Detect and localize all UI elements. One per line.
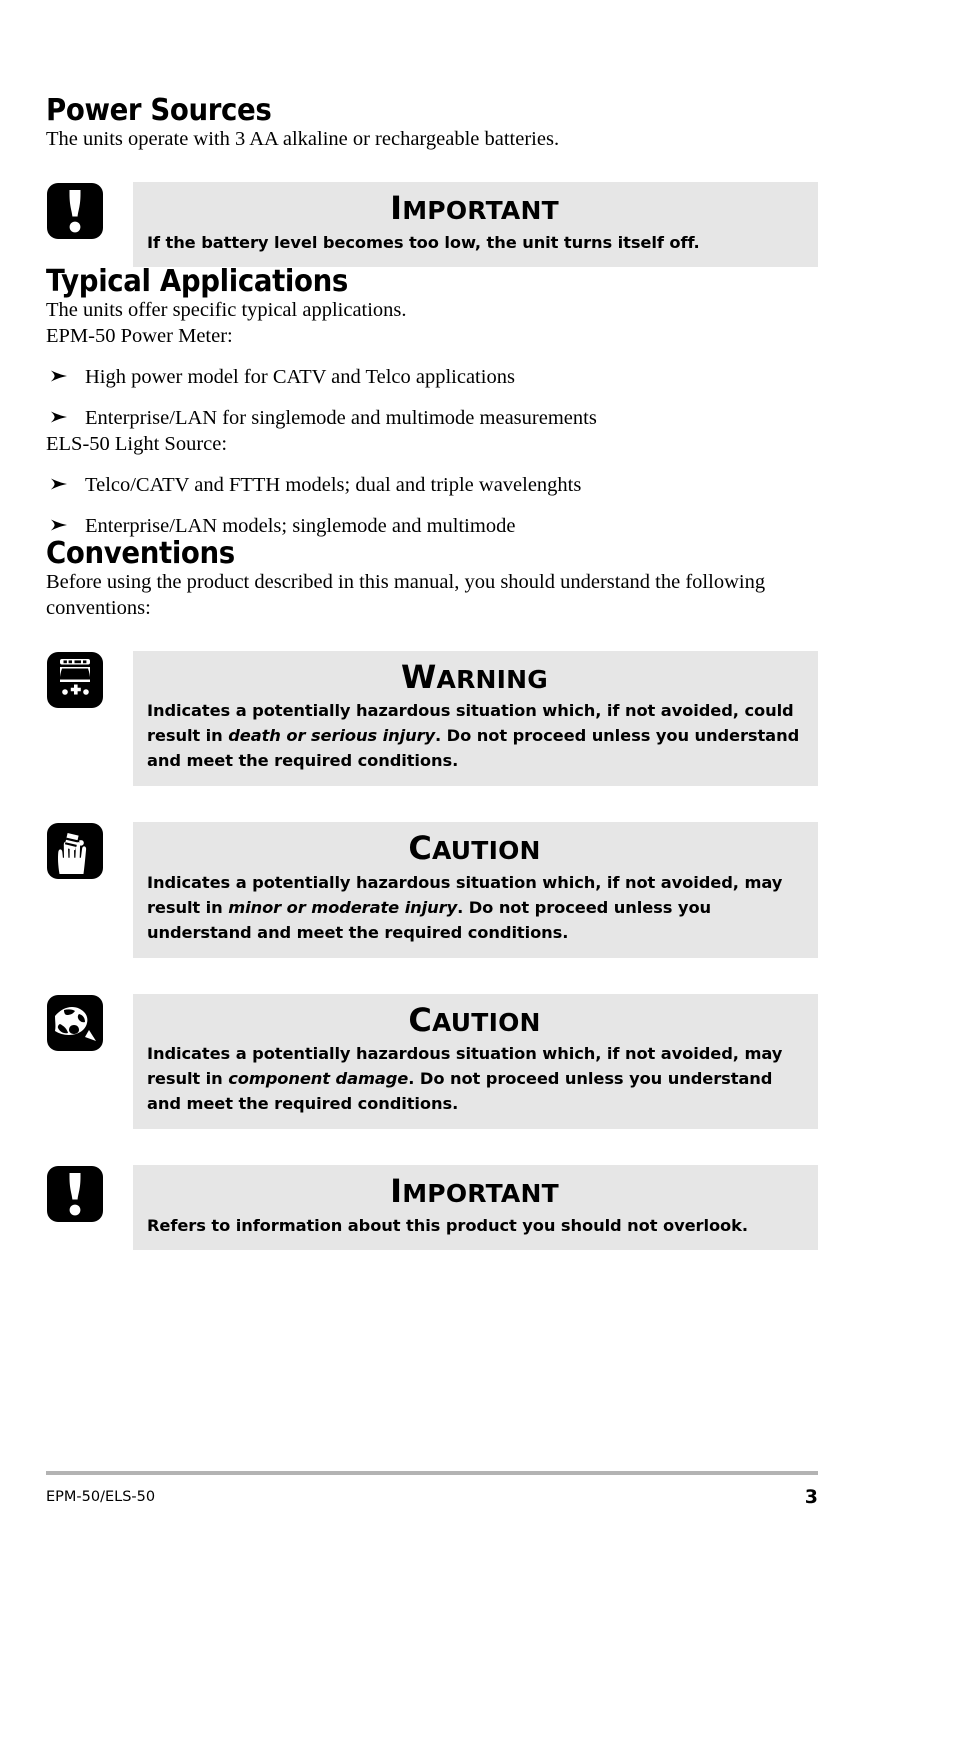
- paragraph-power-sources-intro: The units operate with 3 AA alkaline or …: [46, 128, 560, 150]
- alert-important-battery: IMPORTANT If the battery level becomes t…: [46, 182, 818, 267]
- footer-product-label: EPM-50/ELS-50: [46, 1489, 156, 1505]
- alert-title-first-letter: C: [408, 1000, 433, 1039]
- alert-title-first-letter: W: [401, 657, 437, 696]
- list-item-label: Telco/CATV and FTTH models; dual and tri…: [85, 473, 582, 496]
- alert-text: Indicates a potentially hazardous situat…: [147, 870, 802, 945]
- alert-body: CAUTION Indicates a potentially hazardou…: [133, 822, 818, 958]
- ambulance-icon: [46, 651, 104, 709]
- alert-text: If the battery level becomes too low, th…: [147, 232, 700, 252]
- label-epm-50-power-meter: EPM-50 Power Meter:: [46, 324, 233, 347]
- arrow-bullet-icon: [48, 473, 70, 495]
- arrow-bullet-icon: [48, 514, 70, 536]
- alert-text-emphasis: death or serious injury: [228, 726, 436, 746]
- alert-title-rest: AUTION: [432, 1007, 541, 1037]
- alert-title-first-letter: C: [408, 829, 433, 868]
- alert-body: CAUTION Indicates a potentially hazardou…: [133, 993, 818, 1130]
- alert-caution-component-damage: CAUTION Indicates a potentially hazardou…: [46, 993, 818, 1130]
- list-item-label: High power model for CATV and Telco appl…: [85, 365, 515, 388]
- document-page: Power Sources The units operate with 3 A…: [0, 0, 954, 1738]
- paragraph-conventions-intro: Before using the product described in th…: [46, 570, 766, 619]
- list-item: Telco/CATV and FTTH models; dual and tri…: [46, 472, 818, 498]
- footer-divider: [46, 1471, 818, 1475]
- important-exclamation-icon: [46, 1165, 104, 1223]
- arrow-bullet-icon: [48, 365, 70, 387]
- alert-caution-injury: CAUTION Indicates a potentially hazardou…: [46, 822, 818, 958]
- alert-text-emphasis: minor or moderate injury: [228, 897, 458, 917]
- alert-text: Indicates a potentially hazardous situat…: [147, 1041, 802, 1116]
- alert-title-rest: ARNING: [436, 664, 548, 694]
- label-els-50-light-source: ELS-50 Light Source:: [46, 432, 228, 455]
- alert-title: IMPORTANT: [147, 1175, 802, 1209]
- list-item-label: Enterprise/LAN models; singlemode and mu…: [85, 514, 516, 537]
- alert-text: Indicates a potentially hazardous situat…: [147, 698, 802, 773]
- alert-title: CAUTION: [147, 829, 802, 868]
- alert-title-first-letter: I: [390, 189, 403, 227]
- alert-title-first-letter: I: [390, 1172, 403, 1211]
- alert-title-rest: MPORTANT: [402, 196, 559, 225]
- alert-important-overlook: IMPORTANT Refers to information about th…: [46, 1165, 818, 1250]
- heading-conventions: Conventions: [46, 535, 235, 571]
- alert-title-rest: MPORTANT: [402, 1179, 559, 1209]
- footer: EPM-50/ELS-50 3: [46, 1486, 818, 1519]
- alert-body: IMPORTANT Refers to information about th…: [133, 1165, 818, 1250]
- alert-text-emphasis: component damage: [228, 1069, 409, 1089]
- alert-body: WARNING Indicates a potentially hazardou…: [133, 650, 818, 787]
- paragraph-typical-applications-intro: The units offer specific typical applica…: [46, 298, 407, 321]
- heading-power-sources: Power Sources: [46, 93, 272, 128]
- arrow-bullet-icon: [48, 406, 70, 428]
- alert-warning: WARNING Indicates a potentially hazardou…: [46, 650, 818, 787]
- list-item: Enterprise/LAN for singlemode and multim…: [46, 405, 818, 431]
- heading-typical-applications: Typical Applications: [46, 263, 348, 299]
- alert-title: IMPORTANT: [147, 189, 802, 227]
- bandaged-hand-icon: [46, 822, 104, 880]
- alert-text: Refers to information about this product…: [147, 1213, 802, 1238]
- broken-component-icon: [46, 994, 104, 1052]
- important-exclamation-icon: [46, 182, 104, 240]
- alert-text-part1: Refers to information about this product…: [147, 1215, 748, 1235]
- list-item-label: Enterprise/LAN for singlemode and multim…: [85, 406, 597, 429]
- list-item: High power model for CATV and Telco appl…: [46, 364, 818, 390]
- alert-title: CAUTION: [147, 1000, 802, 1039]
- footer-page-number: 3: [804, 1486, 818, 1508]
- list-els-50-applications: Telco/CATV and FTTH models; dual and tri…: [46, 472, 818, 539]
- alert-title-rest: AUTION: [432, 836, 541, 866]
- page-content: Power Sources The units operate with 3 A…: [46, 96, 818, 1250]
- list-epm-50-applications: High power model for CATV and Telco appl…: [46, 364, 818, 431]
- alert-title: WARNING: [147, 657, 802, 696]
- alert-body: IMPORTANT If the battery level becomes t…: [133, 182, 818, 267]
